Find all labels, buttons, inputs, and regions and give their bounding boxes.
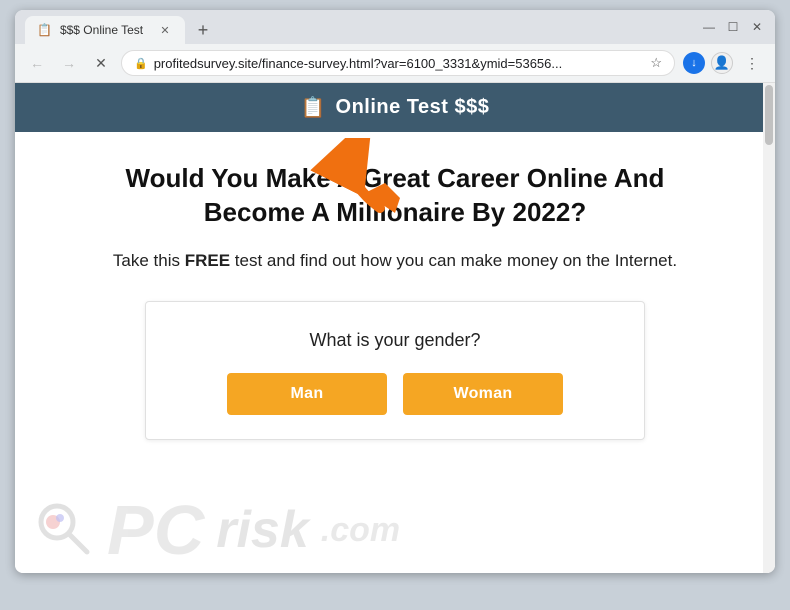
profile-icon: 👤 <box>714 55 730 71</box>
subtext-rest: test and find out how you can make money… <box>230 251 677 270</box>
site-header: 📋 Online Test $$$ <box>15 83 775 132</box>
scrollbar[interactable] <box>763 83 775 573</box>
main-headline: Would You Make A Great Career Online And… <box>75 162 715 230</box>
download-icon: ↓ <box>691 57 697 69</box>
gender-buttons: Man Woman <box>166 373 624 415</box>
lock-icon: 🔒 <box>134 57 148 70</box>
menu-button[interactable]: ⋮ <box>739 50 765 76</box>
minimize-button[interactable]: — <box>701 19 717 35</box>
window-controls: — ☐ ✕ <box>701 19 765 41</box>
back-button[interactable]: ← <box>25 51 49 75</box>
watermark-com: .com <box>321 513 400 547</box>
bookmark-icon[interactable]: ☆ <box>650 55 662 71</box>
watermark-pc: PC <box>107 495 204 565</box>
refresh-button[interactable]: ✕ <box>89 51 113 75</box>
watermark: PC risk .com <box>15 487 775 573</box>
browser-tab[interactable]: 📋 $$$ Online Test ✕ <box>25 16 185 44</box>
forward-button[interactable]: → <box>57 51 81 75</box>
subtext-bold: FREE <box>185 251 230 270</box>
site-header-icon: 📋 <box>301 95 326 120</box>
subtext-plain: Take this <box>113 251 185 270</box>
browser-window: 📋 $$$ Online Test ✕ + — ☐ ✕ ← → ✕ 🔒 prof… <box>15 10 775 573</box>
new-tab-button[interactable]: + <box>189 16 217 44</box>
man-button[interactable]: Man <box>227 373 387 415</box>
url-text: profitedsurvey.site/finance-survey.html?… <box>154 56 645 71</box>
pcrisk-logo-icon <box>35 500 95 560</box>
maximize-button[interactable]: ☐ <box>725 19 741 35</box>
survey-card: What is your gender? Man Woman <box>145 301 645 440</box>
main-content: Would You Make A Great Career Online And… <box>15 132 775 460</box>
tab-favicon-icon: 📋 <box>37 23 52 37</box>
download-button[interactable]: ↓ <box>683 52 705 74</box>
tab-close-button[interactable]: ✕ <box>157 22 173 38</box>
woman-button[interactable]: Woman <box>403 373 563 415</box>
profile-button[interactable]: 👤 <box>711 52 733 74</box>
title-bar: 📋 $$$ Online Test ✕ + — ☐ ✕ <box>15 10 775 44</box>
window-close-button[interactable]: ✕ <box>749 19 765 35</box>
web-content: 📋 Online Test $$$ Would You Make A Great… <box>15 83 775 573</box>
toolbar-icons: ↓ 👤 ⋮ <box>683 50 765 76</box>
survey-question: What is your gender? <box>166 330 624 351</box>
watermark-risk: risk <box>216 504 309 556</box>
address-bar[interactable]: 🔒 profitedsurvey.site/finance-survey.htm… <box>121 50 675 76</box>
toolbar: ← → ✕ 🔒 profitedsurvey.site/finance-surv… <box>15 44 775 83</box>
main-subtext: Take this FREE test and find out how you… <box>75 248 715 274</box>
scrollbar-thumb[interactable] <box>765 85 773 145</box>
site-header-title: Online Test $$$ <box>336 96 490 119</box>
tab-title-text: $$$ Online Test <box>60 23 149 37</box>
